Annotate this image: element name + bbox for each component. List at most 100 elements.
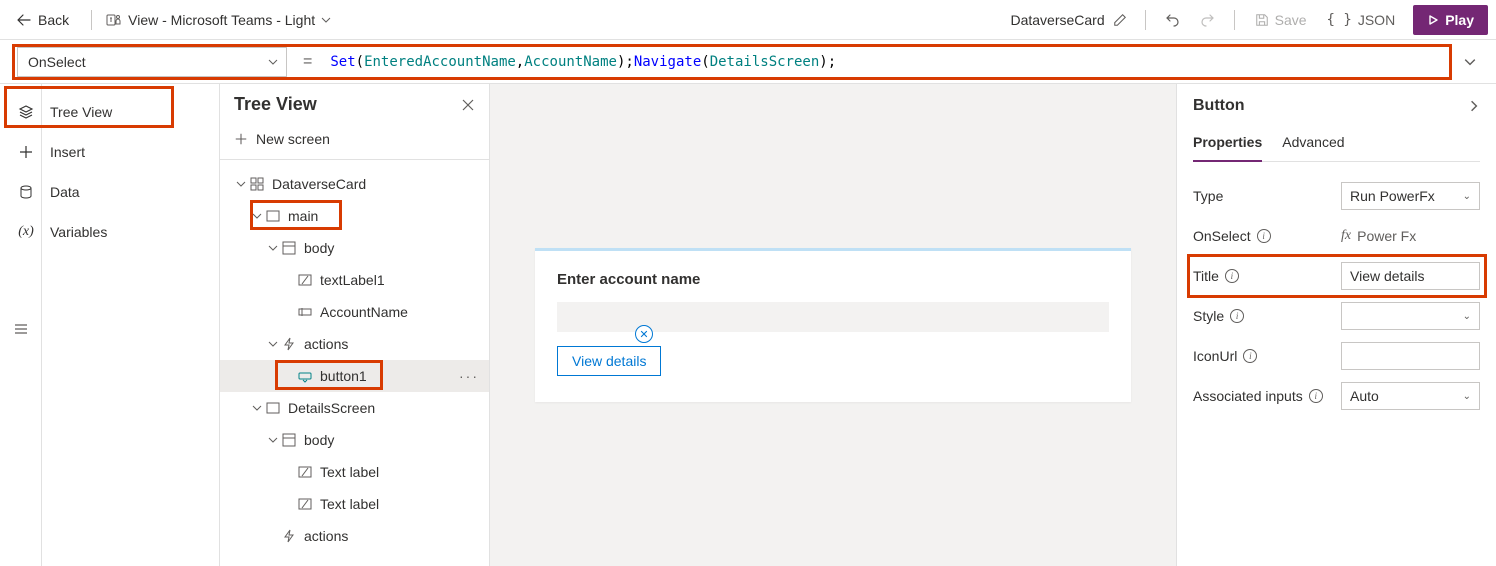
new-screen-label: New screen (256, 131, 330, 147)
hamburger-icon (13, 321, 29, 337)
bolt-icon (282, 529, 296, 543)
textlabel-icon (298, 497, 312, 511)
nav-data-label: Data (50, 184, 80, 200)
fx-token: ); (617, 54, 634, 70)
tree-body: DataverseCard main body textLabel1 (220, 160, 489, 566)
expand-properties-button[interactable] (1468, 100, 1480, 112)
chevron-down-icon (268, 435, 278, 445)
tree-item-label: body (304, 240, 334, 256)
app-icon (250, 177, 264, 191)
tab-properties[interactable]: Properties (1193, 128, 1262, 162)
separator (1145, 10, 1146, 30)
properties-tabs: Properties Advanced (1193, 128, 1480, 162)
chevron-down-icon (252, 211, 262, 221)
save-label: Save (1275, 12, 1307, 28)
prop-label-assoc: Associated inputs (1193, 388, 1303, 404)
prop-label-style: Style (1193, 308, 1224, 324)
prop-type-value: Run PowerFx (1350, 188, 1435, 204)
tree-item-textlabel-b[interactable]: Text label (220, 488, 489, 520)
tree-item-body2[interactable]: body (220, 424, 489, 456)
card-preview: Enter account name View details ✕ (535, 248, 1131, 402)
back-button[interactable]: Back (8, 8, 77, 32)
nav-tree-label: Tree View (50, 104, 112, 120)
tree-item-button1[interactable]: button1 ··· (220, 360, 489, 392)
nav-insert[interactable]: Insert (6, 132, 216, 172)
play-label: Play (1445, 12, 1474, 28)
formula-input[interactable]: Set(EnteredAccountName, AccountName); Na… (322, 47, 1449, 77)
tree-item-label: Text label (320, 464, 379, 480)
tree-item-actions2[interactable]: actions (220, 520, 489, 552)
info-icon[interactable]: i (1230, 309, 1244, 323)
tree-item-main[interactable]: main (220, 200, 489, 232)
chevron-down-icon (268, 243, 278, 253)
plus-icon (18, 144, 34, 160)
info-icon[interactable]: i (1309, 389, 1323, 403)
equals-icon: = (293, 53, 322, 71)
close-icon (461, 98, 475, 112)
prop-type-select[interactable]: Run PowerFx⌄ (1341, 182, 1480, 210)
prop-row-iconurl: IconUrli (1193, 336, 1480, 376)
nav-data[interactable]: Data (6, 172, 216, 212)
play-icon (1427, 14, 1439, 26)
properties-panel: Button Properties Advanced Type Run Powe… (1176, 84, 1496, 566)
info-icon[interactable]: i (1257, 229, 1271, 243)
tree-item-detailsscreen[interactable]: DetailsScreen (220, 392, 489, 424)
database-icon (18, 184, 34, 200)
view-details-button[interactable]: View details (557, 346, 661, 376)
more-button[interactable]: ··· (459, 368, 479, 384)
teams-icon (106, 12, 122, 28)
prop-style-select[interactable]: ⌄ (1341, 302, 1480, 330)
prop-row-assoc: Associated inputs i Auto⌄ (1193, 376, 1480, 416)
error-badge-icon[interactable]: ✕ (635, 325, 653, 343)
prop-title-input[interactable]: View details (1341, 262, 1480, 290)
tree-item-label: main (288, 208, 318, 224)
fx-token: AccountName (524, 54, 617, 70)
screen-icon (266, 209, 280, 223)
tree-item-label: Text label (320, 496, 379, 512)
new-screen-button[interactable]: New screen (220, 125, 489, 160)
info-icon[interactable]: i (1225, 269, 1239, 283)
save-icon (1255, 13, 1269, 27)
textinput-icon (298, 305, 312, 319)
undo-button[interactable] (1158, 6, 1188, 34)
fx-token: ( (356, 54, 364, 70)
tree-item-label: DataverseCard (272, 176, 366, 192)
nav-insert-label: Insert (50, 144, 85, 160)
prop-assoc-value: Auto (1350, 388, 1379, 404)
layers-icon (18, 104, 34, 120)
separator (1234, 10, 1235, 30)
theme-selector[interactable]: View - Microsoft Teams - Light (100, 8, 337, 32)
formula-expand-button[interactable] (1456, 56, 1484, 68)
play-button[interactable]: Play (1413, 5, 1488, 35)
tree-item-label: actions (304, 336, 348, 352)
hamburger-button[interactable] (13, 321, 29, 337)
nav-tree-view[interactable]: Tree View (6, 92, 216, 132)
tree-item-accountname[interactable]: AccountName (220, 296, 489, 328)
separator (91, 10, 92, 30)
nav-variables[interactable]: (x) Variables (6, 212, 216, 252)
variable-icon: (x) (18, 224, 34, 240)
tab-advanced[interactable]: Advanced (1282, 128, 1344, 161)
formula-property-select[interactable]: OnSelect (17, 47, 287, 77)
tree-item-label: body (304, 432, 334, 448)
tree-item-textlabel1[interactable]: textLabel1 (220, 264, 489, 296)
fx-icon: fx (1341, 228, 1351, 244)
prop-iconurl-input[interactable] (1341, 342, 1480, 370)
json-button[interactable]: { } JSON (1319, 6, 1404, 34)
prop-assoc-select[interactable]: Auto⌄ (1341, 382, 1480, 410)
theme-label: View - Microsoft Teams - Light (128, 12, 315, 28)
tree-item-actions1[interactable]: actions (220, 328, 489, 360)
tree-item-body1[interactable]: body (220, 232, 489, 264)
tree-item-dataversecard[interactable]: DataverseCard (220, 168, 489, 200)
json-label: JSON (1358, 12, 1395, 28)
fx-token: , (516, 54, 524, 70)
tree-header: Tree View (220, 84, 489, 125)
canvas-area[interactable]: Enter account name View details ✕ (490, 84, 1176, 566)
bolt-icon (282, 337, 296, 351)
chevron-down-icon (321, 15, 331, 25)
close-tree-button[interactable] (461, 98, 475, 112)
tree-item-textlabel-a[interactable]: Text label (220, 456, 489, 488)
card-name-edit[interactable]: DataverseCard (1004, 12, 1132, 28)
container-icon (282, 433, 296, 447)
info-icon[interactable]: i (1243, 349, 1257, 363)
